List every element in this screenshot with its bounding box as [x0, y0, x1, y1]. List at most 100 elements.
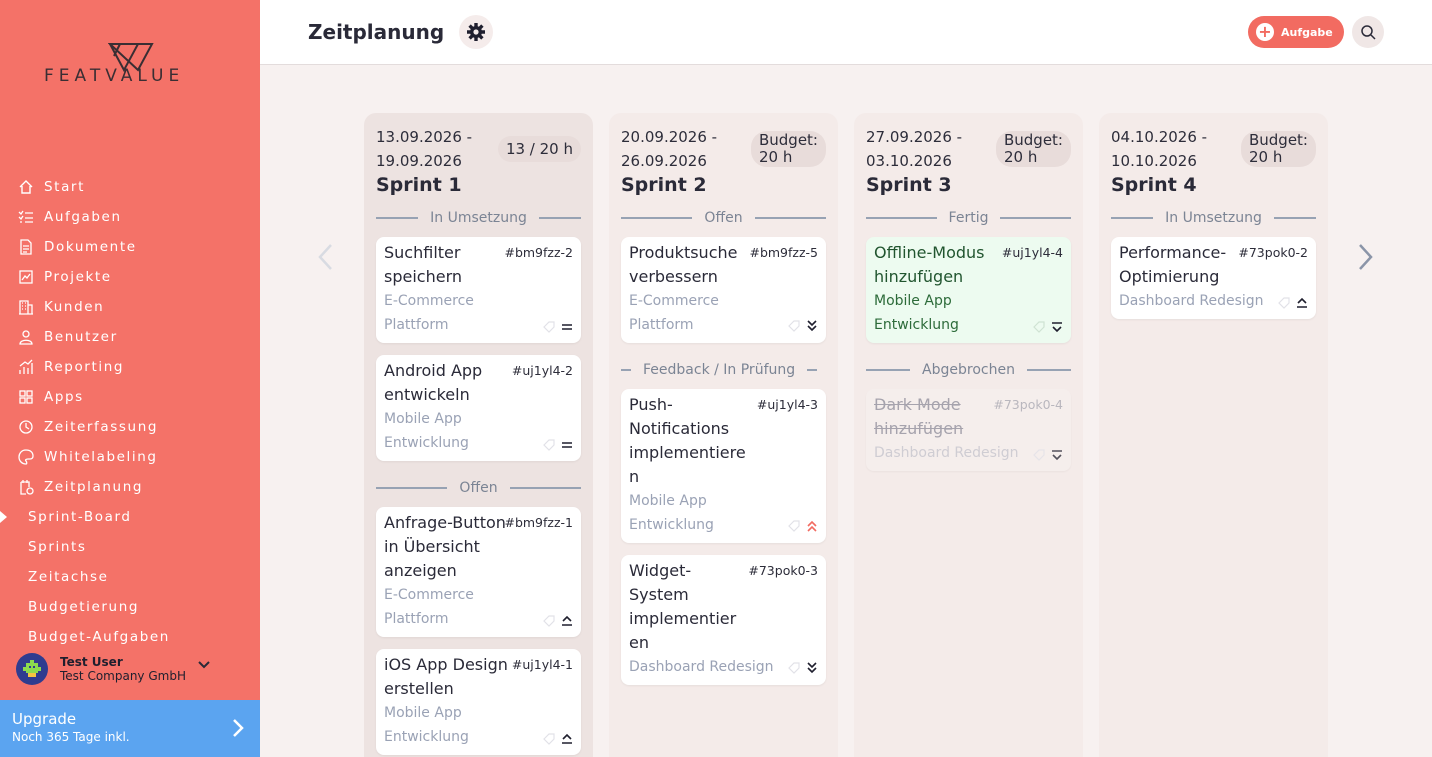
upgrade-banner[interactable]: Upgrade Noch 365 Tage inkl.	[0, 700, 260, 757]
task-project: E-Commerce Plattform	[384, 587, 474, 627]
tag-icon[interactable]	[543, 615, 555, 627]
nav-item-zeiterfassung[interactable]: Zeiterfassung	[0, 412, 260, 442]
sprint-dates: 20.09.2026 - 26.09.2026	[621, 128, 718, 170]
task-card[interactable]: Android App entwickeln #uj1yl4-2 Mobile …	[376, 355, 581, 461]
tag-icon[interactable]	[1033, 321, 1045, 333]
nav-sub-sprint-board[interactable]: Sprint-Board	[0, 502, 260, 532]
nav-sub-sprints[interactable]: Sprints	[0, 532, 260, 562]
nav-item-reporting[interactable]: Reporting	[0, 352, 260, 382]
settings-button[interactable]	[459, 15, 493, 49]
task-card[interactable]: iOS App Design erstellen #uj1yl4-1 Mobil…	[376, 649, 581, 755]
nav-sub-zeitachse[interactable]: Zeitachse	[0, 562, 260, 592]
sprint-budget-badge: Budget: 20 h	[750, 131, 826, 167]
next-sprint-arrow-icon[interactable]	[1354, 242, 1378, 272]
nav-item-projekte[interactable]: Projekte	[0, 262, 260, 292]
plus-icon: +	[1256, 23, 1274, 41]
sprint-dates: 13.09.2026 - 19.09.2026	[376, 128, 473, 170]
nav-sub-budget-aufgaben[interactable]: Budget-Aufgaben	[0, 622, 260, 652]
logo[interactable]: FEATVALUE	[40, 40, 220, 90]
timer-icon	[17, 418, 35, 436]
status-divider: Fertig	[866, 203, 1071, 233]
user-company: Test Company GmbH	[60, 669, 186, 683]
nav-item-label: Benutzer	[44, 329, 118, 345]
task-id: #73pok0-4	[993, 397, 1063, 412]
user-icon	[17, 328, 35, 346]
task-card[interactable]: Performance-Optimierung #73pok0-2 Dashbo…	[1111, 237, 1316, 319]
nav-item-dokumente[interactable]: Dokumente	[0, 232, 260, 262]
task-title: Anfrage-Button in Übersicht anzeigen	[384, 513, 506, 580]
sprint-header: 20.09.2026 - 26.09.2026 Budget: 20 h Spr…	[621, 113, 826, 203]
nav-item-benutzer[interactable]: Benutzer	[0, 322, 260, 352]
budget-value: 20 h	[758, 148, 793, 166]
sprint-name[interactable]: Sprint 1	[376, 174, 462, 196]
budget-label: Budget:	[758, 131, 818, 149]
priority-low-icon	[1052, 322, 1062, 333]
task-card[interactable]: Widget-System implementier en #73pok0-3 …	[621, 555, 826, 685]
sprint-name[interactable]: Sprint 2	[621, 174, 707, 196]
sprint-name[interactable]: Sprint 4	[1111, 174, 1197, 196]
task-project: E-Commerce Plattform	[629, 293, 719, 333]
priority-highest-icon	[807, 520, 817, 532]
task-card[interactable]: Push-Notifications implementiere n #uj1y…	[621, 389, 826, 543]
sprint-dates: 27.09.2026 - 03.10.2026	[866, 128, 963, 170]
status-divider: Offen	[621, 203, 826, 233]
task-card[interactable]: Offline-Modus hinzufügen #uj1yl4-4 Mobil…	[866, 237, 1071, 343]
add-task-button[interactable]: + Aufgabe	[1248, 16, 1344, 48]
sprint-name[interactable]: Sprint 3	[866, 174, 952, 196]
nav-item-label: Whitelabeling	[44, 449, 158, 465]
task-title: Android App entwickeln	[384, 361, 483, 404]
nav-sub-budgetierung[interactable]: Budgetierung	[0, 592, 260, 622]
task-title: iOS App Design erstellen	[384, 655, 508, 698]
upgrade-subtitle: Noch 365 Tage inkl.	[12, 730, 130, 744]
apps-icon	[17, 388, 35, 406]
task-card[interactable]: Suchfilter speichern #bm9fzz-2 E-Commerc…	[376, 237, 581, 343]
main-nav: Start Aufgaben Dokumente Projekte Kunden…	[0, 172, 260, 652]
search-button[interactable]	[1352, 16, 1384, 48]
nav-item-kunden[interactable]: Kunden	[0, 292, 260, 322]
nav-item-zeitplanung[interactable]: Zeitplanung	[0, 472, 260, 502]
tag-icon[interactable]	[788, 662, 800, 674]
document-icon	[17, 238, 35, 256]
nav-item-aufgaben[interactable]: Aufgaben	[0, 202, 260, 232]
nav-item-whitelabeling[interactable]: Whitelabeling	[0, 442, 260, 472]
search-icon	[1361, 25, 1376, 40]
task-card[interactable]: Dark Mode hinzufügen #73pok0-4 Dashboard…	[866, 389, 1071, 471]
previous-sprint-arrow-icon[interactable]	[314, 242, 338, 272]
tasks-icon	[17, 208, 35, 226]
sprint-budget-badge: 13 / 20 h	[497, 136, 581, 162]
task-icons	[788, 519, 818, 533]
tag-icon[interactable]	[543, 321, 555, 333]
nav-item-apps[interactable]: Apps	[0, 382, 260, 412]
tag-icon[interactable]	[788, 320, 800, 332]
status-label: In Umsetzung	[430, 210, 527, 226]
task-icons	[788, 319, 818, 333]
task-title: Offline-Modus hinzufügen	[874, 243, 985, 286]
task-id: #bm9fzz-2	[504, 245, 573, 260]
tag-icon[interactable]	[543, 439, 555, 451]
nav-item-label: Zeiterfassung	[44, 419, 159, 435]
task-title: Produktsuche verbessern	[629, 243, 738, 286]
task-card[interactable]: Anfrage-Button in Übersicht anzeigen #bm…	[376, 507, 581, 637]
user-menu[interactable]: Test User Test Company GmbH	[16, 651, 246, 687]
task-card[interactable]: Produktsuche verbessern #bm9fzz-5 E-Comm…	[621, 237, 826, 343]
priority-lowest-icon	[807, 320, 817, 332]
sprint-budget-badge: Budget: 20 h	[995, 131, 1071, 167]
nav-item-start[interactable]: Start	[0, 172, 260, 202]
nav-item-label: Kunden	[44, 299, 105, 315]
tag-icon[interactable]	[543, 733, 555, 745]
task-id: #73pok0-3	[748, 563, 818, 578]
nav-item-label: Aufgaben	[44, 209, 122, 225]
chevron-down-icon[interactable]	[198, 660, 210, 670]
task-project: Dashboard Redesign	[874, 445, 1019, 461]
nav-sub-label: Sprint-Board	[28, 509, 132, 525]
sprint-header: 13.09.2026 - 19.09.2026 13 / 20 h Sprint…	[376, 113, 581, 203]
tag-icon[interactable]	[1278, 297, 1290, 309]
nav-item-label: Dokumente	[44, 239, 137, 255]
priority-lowest-icon	[807, 662, 817, 674]
status-label: Feedback / In Prüfung	[643, 362, 796, 378]
task-id: #uj1yl4-3	[756, 397, 818, 412]
tag-icon[interactable]	[1033, 449, 1045, 461]
tag-icon[interactable]	[788, 520, 800, 532]
brand-name: FEATVALUE	[44, 66, 185, 86]
sprint-column: 04.10.2026 - 10.10.2026 Budget: 20 h Spr…	[1099, 113, 1328, 757]
